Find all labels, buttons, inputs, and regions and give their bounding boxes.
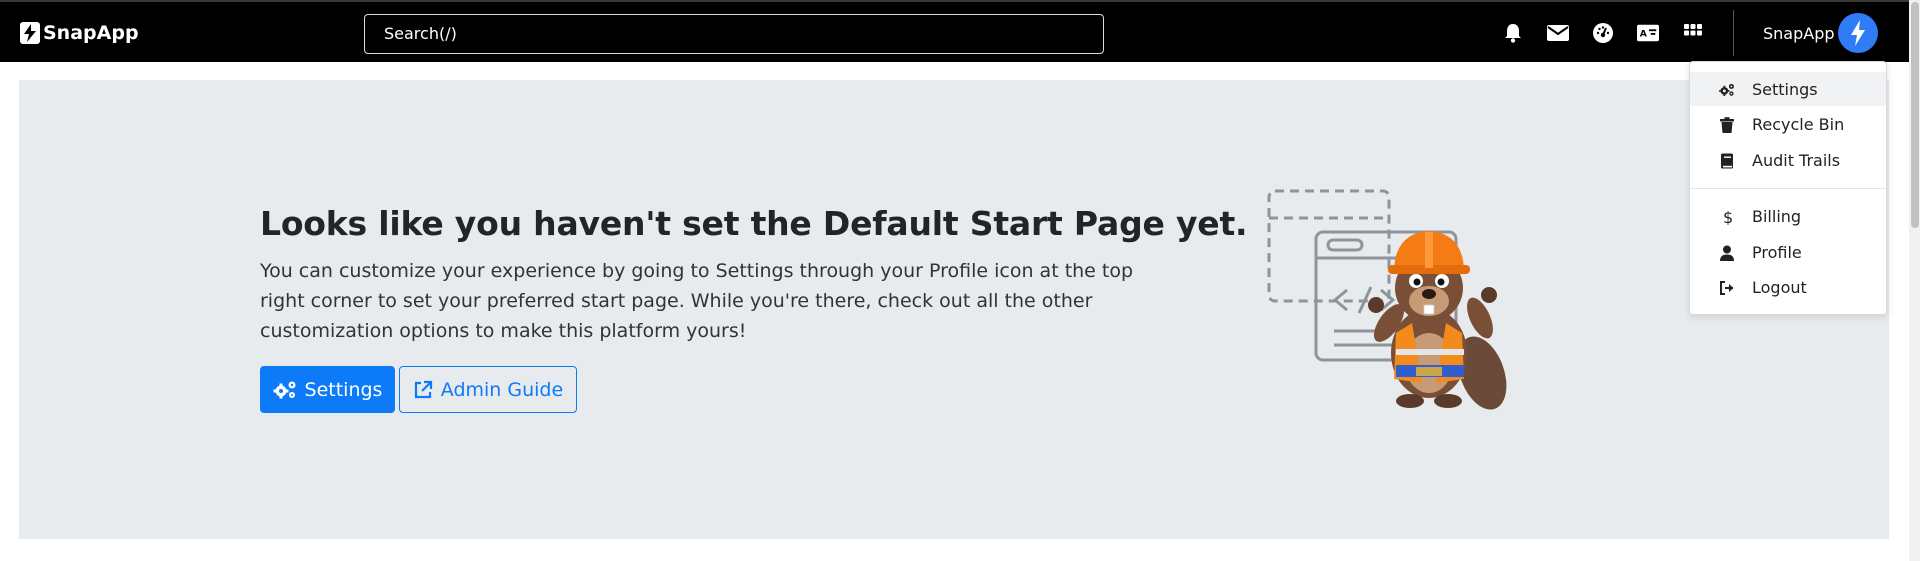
menu-item-logout[interactable]: Logout	[1690, 270, 1886, 304]
search-input[interactable]: Search(/)	[364, 14, 1104, 54]
envelope-icon[interactable]	[1547, 22, 1569, 44]
menu-item-label: Recycle Bin	[1752, 115, 1845, 134]
page-scrollbar[interactable]	[1909, 0, 1920, 561]
profile-dropdown-menu: Settings Recycle Bin Audit Trails $ Bill…	[1689, 61, 1887, 315]
user-icon	[1720, 245, 1734, 261]
gears-icon	[1719, 83, 1734, 97]
top-navbar: SnapApp Search(/) A SnapApp	[0, 0, 1909, 62]
start-page-hero: Looks like you haven't set the Default S…	[19, 80, 1889, 539]
menu-item-audit-trails[interactable]: Audit Trails	[1690, 143, 1886, 177]
menu-item-label: Logout	[1752, 278, 1807, 297]
search-placeholder: Search(/)	[384, 24, 457, 43]
trash-icon	[1720, 117, 1734, 133]
bell-icon[interactable]	[1502, 22, 1524, 44]
nav-icon-group: A	[1502, 22, 1727, 44]
brand-logo[interactable]: SnapApp	[20, 20, 139, 46]
external-link-icon	[414, 380, 432, 398]
book-icon	[1721, 153, 1733, 169]
dollar-icon: $	[1723, 209, 1733, 225]
menu-item-settings[interactable]: Settings	[1690, 72, 1886, 106]
dashboard-icon[interactable]	[1592, 22, 1614, 44]
grid-icon[interactable]	[1682, 22, 1704, 44]
menu-divider	[1690, 188, 1886, 189]
menu-item-label: Billing	[1752, 207, 1802, 226]
hero-description: You can customize your experience by goi…	[260, 260, 1134, 342]
beaver-mascot-illustration	[1267, 189, 1507, 410]
menu-item-label: Settings	[1752, 80, 1818, 99]
menu-item-recycle-bin[interactable]: Recycle Bin	[1690, 107, 1886, 141]
menu-item-profile[interactable]: Profile	[1690, 235, 1886, 269]
scrollbar-thumb[interactable]	[1911, 2, 1919, 228]
menu-item-label: Profile	[1752, 243, 1802, 262]
svg-text:A: A	[1640, 29, 1648, 40]
gears-icon	[273, 381, 296, 398]
nav-divider	[1733, 10, 1734, 56]
hero-title: Looks like you haven't set the Default S…	[260, 204, 1248, 243]
admin-guide-button[interactable]: Admin Guide	[399, 366, 577, 413]
menu-item-billing[interactable]: $ Billing	[1690, 199, 1886, 233]
menu-item-label: Audit Trails	[1752, 151, 1841, 170]
bolt-icon	[1851, 20, 1865, 46]
bolt-icon	[20, 22, 40, 44]
brand-name: SnapApp	[43, 22, 139, 44]
admin-guide-button-label: Admin Guide	[440, 378, 564, 401]
settings-button-label: Settings	[304, 378, 383, 401]
language-icon[interactable]: A	[1637, 22, 1659, 44]
user-name[interactable]: SnapApp	[1763, 24, 1835, 43]
settings-button[interactable]: Settings	[260, 366, 395, 413]
svg-text:$: $	[1723, 209, 1733, 225]
logout-icon	[1720, 281, 1734, 295]
avatar[interactable]	[1838, 13, 1878, 53]
